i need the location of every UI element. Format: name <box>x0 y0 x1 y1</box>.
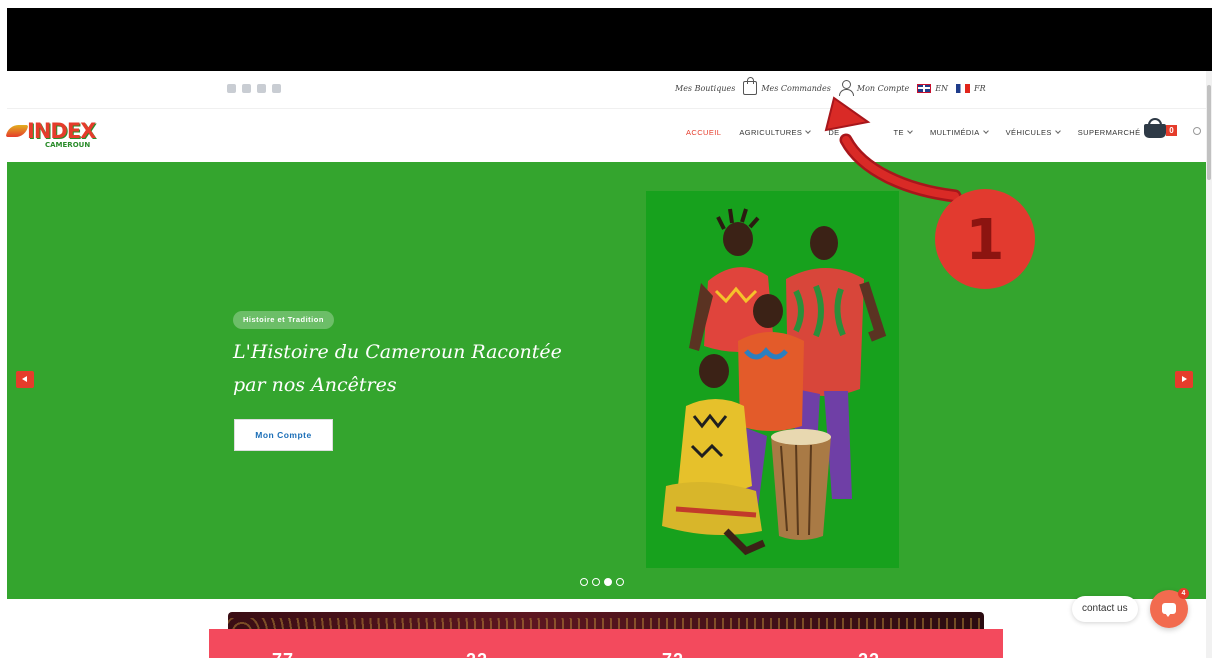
slider-dot-active[interactable] <box>604 578 612 586</box>
lang-fr-label: FR <box>974 83 986 93</box>
menu-label: MULTIMÉDIA <box>929 128 980 137</box>
scrollbar-thumb[interactable] <box>1207 85 1211 180</box>
page-scrollbar[interactable] <box>1206 71 1212 658</box>
menu-item-de[interactable]: DE <box>819 128 841 137</box>
hero-slider: Histoire et Tradition L'Histoire du Came… <box>7 162 1206 599</box>
slide-cta-button[interactable]: Mon Compte <box>234 419 333 451</box>
slide-tag: Histoire et Tradition <box>233 311 334 329</box>
cart-count-badge: 0 <box>1166 125 1177 136</box>
shopping-bag-icon <box>743 77 758 95</box>
utility-bar: Mes Boutiques Mes Commandes Mon Compte E… <box>7 71 1206 109</box>
facebook-icon[interactable] <box>242 84 251 93</box>
slide-photo-dancers <box>646 191 899 568</box>
slide-headline: L'Histoire du Cameroun Racontée par nos … <box>233 341 562 396</box>
logo-text: INDEX <box>27 119 96 143</box>
browser-blackout <box>7 8 1212 71</box>
stat-number: 22 <box>858 650 880 658</box>
account-links: Mes Boutiques Mes Commandes Mon Compte E… <box>675 77 986 96</box>
stat-number: 77 <box>272 650 294 658</box>
lang-en-link[interactable]: EN <box>917 83 949 93</box>
slider-dot[interactable] <box>592 578 600 586</box>
chat-unread-badge: 4 <box>1178 588 1189 599</box>
uk-flag-icon <box>917 83 932 93</box>
stats-banner <box>209 629 1003 658</box>
youtube-icon[interactable] <box>272 84 281 93</box>
commandes-link[interactable]: Mes Commandes <box>743 77 831 95</box>
mon-compte-link[interactable]: Mon Compte <box>838 80 910 96</box>
stat-number: 72 <box>662 650 684 658</box>
menu-item-vehicules[interactable]: VÉHICULES <box>997 128 1069 137</box>
chevron-down-icon <box>907 128 913 134</box>
menu-label: TE <box>893 128 904 137</box>
social-links <box>227 84 281 93</box>
site-logo[interactable]: INDEX CAMEROUN <box>5 119 96 151</box>
menu-label: DE <box>828 128 840 137</box>
cart-button[interactable]: 0 <box>1144 118 1178 140</box>
menu-label: SUPERMARCHÉ <box>1077 128 1141 137</box>
main-menu: ACCUEIL AGRICULTURES DE TE MULTIMÉDIA VÉ… <box>677 128 1158 137</box>
chevron-down-icon <box>982 128 989 134</box>
slider-prev-arrow[interactable] <box>16 371 34 388</box>
menu-item-multimedia[interactable]: MULTIMÉDIA <box>921 128 997 137</box>
slider-next-arrow[interactable] <box>1175 371 1193 388</box>
contact-us-label[interactable]: contact us <box>1072 596 1138 622</box>
instagram-icon[interactable] <box>257 84 266 93</box>
menu-label: VÉHICULES <box>1005 128 1052 137</box>
menu-label: AGRICULTURES <box>739 128 803 137</box>
user-icon <box>838 80 854 96</box>
menu-item-te[interactable]: TE <box>842 128 921 137</box>
boutiques-link[interactable]: Mes Boutiques <box>675 84 735 93</box>
stat-number: 22 <box>466 650 488 658</box>
lang-fr-link[interactable]: FR <box>956 83 986 93</box>
twitter-icon[interactable] <box>227 84 236 93</box>
chevron-down-icon <box>1054 128 1061 134</box>
main-navbar: INDEX CAMEROUN ACCUEIL AGRICULTURES DE T… <box>5 109 1206 162</box>
lang-en-label: EN <box>935 83 949 93</box>
slider-dot[interactable] <box>616 578 624 586</box>
slider-dot[interactable] <box>580 578 588 586</box>
commandes-label: Mes Commandes <box>761 83 831 93</box>
basket-icon <box>1144 124 1166 138</box>
menu-item-agricultures[interactable]: AGRICULTURES <box>730 128 819 137</box>
chevron-down-icon <box>805 128 812 134</box>
chat-bubble-icon <box>1162 603 1176 617</box>
france-flag-icon <box>956 83 971 93</box>
menu-item-accueil[interactable]: ACCUEIL <box>677 128 730 137</box>
logo-subtext: CAMEROUN <box>45 141 91 149</box>
screenshot-frame: Mes Boutiques Mes Commandes Mon Compte E… <box>0 0 1212 658</box>
mon-compte-label: Mon Compte <box>856 83 910 93</box>
slider-dots <box>580 578 624 586</box>
search-icon[interactable] <box>1193 127 1201 135</box>
dancers-illustration <box>662 208 887 556</box>
boutiques-label: Mes Boutiques <box>675 83 736 93</box>
menu-label: ACCUEIL <box>686 128 722 137</box>
logo-mark-icon <box>5 125 29 137</box>
